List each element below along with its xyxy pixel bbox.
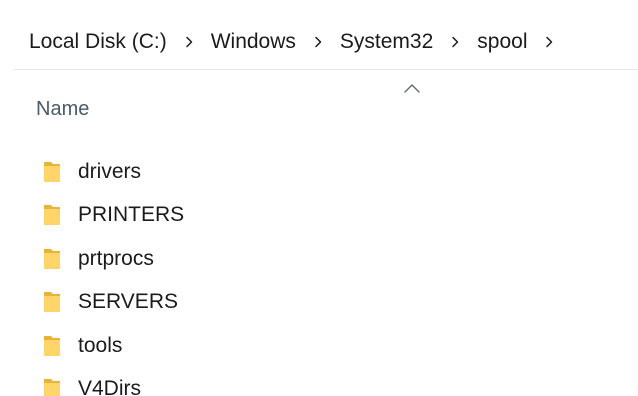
breadcrumb-item-spool[interactable]: spool	[474, 25, 530, 59]
file-name: drivers	[78, 159, 142, 183]
folder-icon	[44, 248, 60, 269]
list-item[interactable]: SERVERS	[14, 281, 638, 325]
breadcrumb: Local Disk (C:) Windows System32 spool	[14, 25, 568, 59]
folder-icon	[44, 379, 60, 396]
folder-icon	[44, 292, 60, 313]
column-name-label: Name	[36, 98, 90, 120]
file-list: drivers PRINTERS prtprocs SERVERS tools …	[14, 150, 638, 396]
column-header-name[interactable]: Name	[14, 78, 638, 134]
chevron-right-icon[interactable]	[174, 27, 204, 57]
address-bar[interactable]: Local Disk (C:) Windows System32 spool	[14, 14, 638, 70]
file-explorer-window: Local Disk (C:) Windows System32 spool N…	[0, 0, 638, 396]
list-item[interactable]: tools	[14, 324, 638, 368]
breadcrumb-item-windows[interactable]: Windows	[208, 25, 299, 59]
file-name: SERVERS	[78, 290, 178, 314]
file-name: prtprocs	[78, 246, 154, 270]
file-name: PRINTERS	[78, 203, 185, 227]
chevron-right-icon[interactable]	[534, 27, 564, 57]
folder-icon	[44, 335, 60, 356]
list-item[interactable]: PRINTERS	[14, 194, 638, 238]
chevron-right-icon[interactable]	[303, 27, 333, 57]
file-name: tools	[78, 333, 123, 357]
folder-icon	[44, 161, 60, 182]
breadcrumb-item-local-disk[interactable]: Local Disk (C:)	[26, 25, 170, 59]
chevron-up-icon	[402, 82, 422, 96]
file-name: V4Dirs	[78, 377, 142, 396]
list-item[interactable]: prtprocs	[14, 237, 638, 281]
breadcrumb-item-system32[interactable]: System32	[337, 25, 436, 59]
list-item[interactable]: V4Dirs	[14, 368, 638, 396]
folder-icon	[44, 205, 60, 226]
chevron-right-icon[interactable]	[440, 27, 470, 57]
list-item[interactable]: drivers	[14, 150, 638, 194]
